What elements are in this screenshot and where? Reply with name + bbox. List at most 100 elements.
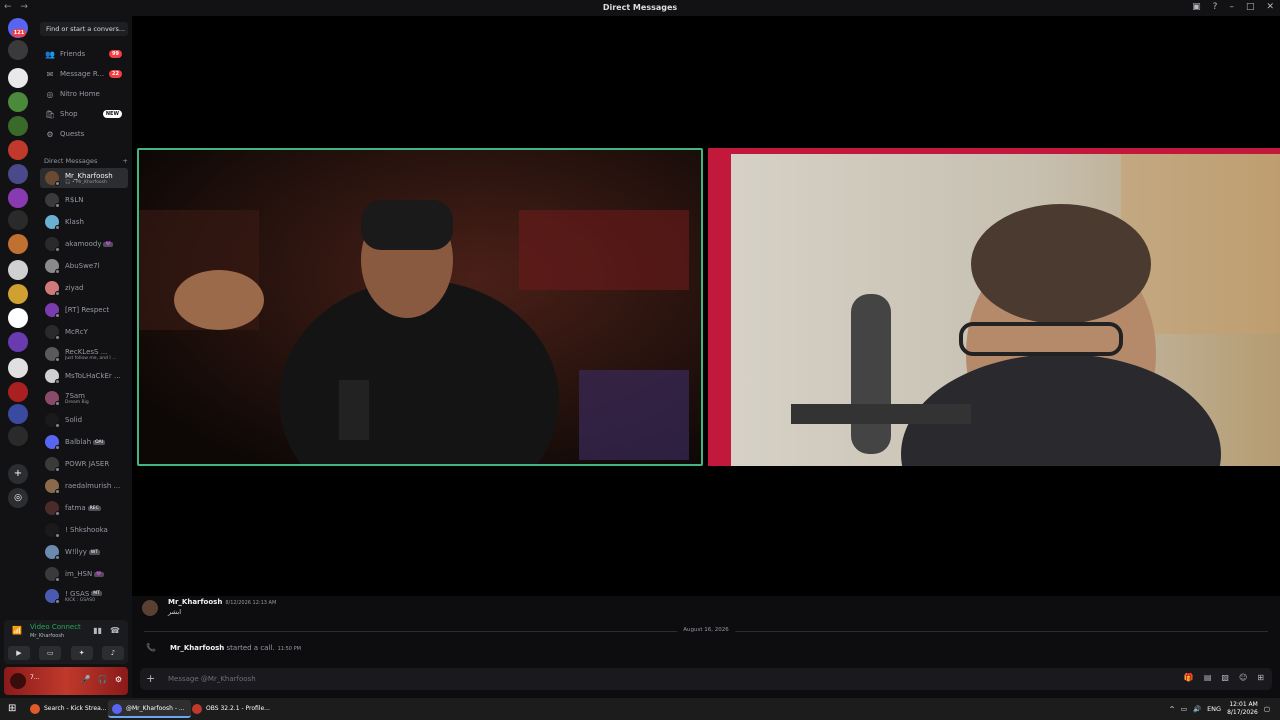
avatar[interactable] — [142, 600, 158, 616]
notifications-icon[interactable]: ▢ — [1264, 705, 1270, 713]
server-icon[interactable] — [8, 40, 28, 60]
dm-item[interactable]: fatma REC — [40, 498, 128, 518]
dm-item[interactable]: Balblah OAI — [40, 432, 128, 452]
video-tile-left[interactable] — [137, 148, 703, 466]
network-icon[interactable]: ▭ — [1181, 705, 1187, 713]
dm-item[interactable]: akamoody 💜 — [40, 234, 128, 254]
server-icon[interactable] — [8, 164, 28, 184]
dm-item[interactable]: [RT] Respect — [40, 300, 128, 320]
nav-item-shop[interactable]: 🛍 Shop NEW — [40, 106, 128, 122]
activities-button[interactable]: ✦ — [70, 646, 93, 660]
nav-item-nitro-home[interactable]: ◎ Nitro Home — [40, 86, 128, 102]
call-author[interactable]: Mr_Kharfoosh — [170, 644, 224, 652]
dm-item[interactable]: Klash — [40, 212, 128, 232]
video-tile-right[interactable] — [708, 148, 1280, 466]
help-icon[interactable]: ? — [1213, 2, 1218, 12]
disconnect-icon[interactable]: ☎ — [110, 626, 120, 635]
server-icon[interactable] — [8, 188, 28, 208]
volume-icon[interactable]: 🔊 — [1193, 705, 1201, 713]
nav-item-label: Message R... — [60, 70, 105, 78]
user-name[interactable]: 7... — [30, 674, 40, 681]
add-attachment-icon[interactable]: + — [146, 672, 155, 685]
dm-item[interactable]: raedalmurish ... — [40, 476, 128, 496]
server-icon[interactable] — [8, 234, 28, 254]
friends-icon: 👥 — [45, 49, 55, 59]
dm-item[interactable]: ! Shkshooka — [40, 520, 128, 540]
server-icon[interactable] — [8, 382, 28, 402]
dm-item[interactable]: R$LN — [40, 190, 128, 210]
search-input[interactable]: Find or start a convers... — [40, 22, 128, 36]
voice-status[interactable]: Video Connect — [30, 623, 81, 631]
chevron-up-icon[interactable]: ^ — [1169, 705, 1174, 713]
nav-item-quests[interactable]: ⚙ Quests — [40, 126, 128, 142]
dm-item[interactable]: 7Sam Dream Big — [40, 388, 128, 408]
server-icon[interactable] — [8, 260, 28, 280]
gif-icon[interactable]: ▤ — [1204, 673, 1212, 682]
dm-item[interactable]: MsToLHaCkEr ... — [40, 366, 128, 386]
language-indicator[interactable]: ENG — [1207, 705, 1221, 713]
taskbar-app[interactable]: @Mr_Kharfoosh - ... — [108, 700, 191, 718]
inbox-icon[interactable]: ▣ — [1192, 2, 1201, 12]
dm-item[interactable]: Mr_Kharfoosh 🎧 • Mr_Kharfoosh — [40, 168, 128, 188]
message-composer[interactable]: + Message @Mr_Kharfoosh 🎁 ▤ ▧ ☺ ⊞ — [140, 668, 1272, 690]
mic-icon[interactable]: 🎤 — [81, 675, 91, 684]
avatar[interactable] — [10, 673, 26, 689]
dm-item[interactable]: POWR JASER — [40, 454, 128, 474]
server-icon[interactable] — [8, 140, 28, 160]
server-icon[interactable] — [8, 358, 28, 378]
dm-item[interactable]: im_HSN 💜 — [40, 564, 128, 584]
sticker-icon[interactable]: ▧ — [1221, 673, 1229, 682]
dm-item[interactable]: Solid — [40, 410, 128, 430]
add-server-button[interactable]: + — [8, 464, 28, 484]
camera-button[interactable]: ▶ — [8, 646, 30, 660]
apps-icon[interactable]: ⊞ — [1257, 673, 1264, 682]
taskbar-app[interactable]: Search - Kick Strea... — [26, 700, 112, 718]
dm-item[interactable]: AbuSwe7l — [40, 256, 128, 276]
home-badge: 121 — [12, 29, 26, 37]
start-icon[interactable]: ⊞ — [8, 703, 16, 714]
gift-icon[interactable]: 🎁 — [1184, 673, 1194, 682]
dm-tag: REC — [87, 505, 101, 511]
nav-item-message-r[interactable]: ✉ Message R... 22 — [40, 66, 128, 82]
gear-icon[interactable]: ⚙ — [115, 675, 122, 684]
server-icon[interactable] — [8, 426, 28, 446]
server-icon[interactable] — [8, 284, 28, 304]
server-icon[interactable] — [8, 92, 28, 112]
app-icon — [30, 704, 40, 714]
status-indicator — [55, 467, 60, 472]
discover-icon[interactable]: ◎ — [8, 488, 28, 508]
dm-item[interactable]: RecKLesS ... Just follow me, and I ... — [40, 344, 128, 364]
minimize-button[interactable]: – — [1229, 2, 1234, 12]
noise-suppression-icon[interactable]: ▮▮ — [93, 626, 102, 635]
message-author[interactable]: Mr_Kharfoosh 8/12/2026 12:13 AM — [168, 598, 276, 606]
dm-name-text: 7Sam — [65, 391, 86, 400]
nav-item-friends[interactable]: 👥 Friends 99 — [40, 46, 128, 62]
server-icon[interactable] — [8, 68, 28, 88]
dm-name: 7Sam — [65, 392, 89, 400]
server-icon[interactable] — [8, 308, 28, 328]
dm-item[interactable]: McRcY — [40, 322, 128, 342]
screenshare-button[interactable]: ▭ — [39, 646, 62, 660]
taskbar-app[interactable]: OBS 32.2.1 - Profile... — [188, 700, 276, 718]
message-author-name[interactable]: Mr_Kharfoosh — [168, 598, 222, 606]
dm-name-text: Balblah — [65, 438, 92, 446]
add-dm-button[interactable]: + — [123, 157, 128, 165]
message-input[interactable]: Message @Mr_Kharfoosh — [168, 675, 256, 683]
close-button[interactable]: ✕ — [1266, 2, 1274, 12]
server-icon[interactable] — [8, 332, 28, 352]
headphones-icon[interactable]: 🎧 — [98, 675, 108, 684]
dm-name-text: ziyad — [65, 284, 84, 292]
maximize-button[interactable]: □ — [1246, 2, 1255, 12]
soundboard-button[interactable]: ♪ — [101, 646, 124, 660]
emoji-icon[interactable]: ☺ — [1239, 673, 1247, 682]
dm-item[interactable]: ! GSAS MT KICK : GSAS0 — [40, 586, 128, 606]
dm-item[interactable]: W!llyy WT — [40, 542, 128, 562]
server-icon[interactable] — [8, 210, 28, 230]
server-icon[interactable] — [8, 404, 28, 424]
server-icon[interactable] — [8, 116, 28, 136]
dm-subtitle: Dream Big — [65, 399, 89, 405]
voice-location[interactable]: Mr_Kharfoosh — [30, 633, 64, 639]
dm-sidebar: Find or start a convers... 👥 Friends 99 ✉ Me… — [36, 16, 132, 698]
dm-item[interactable]: ziyad — [40, 278, 128, 298]
clock[interactable]: 12:01 AM 8/17/2026 — [1227, 701, 1258, 717]
